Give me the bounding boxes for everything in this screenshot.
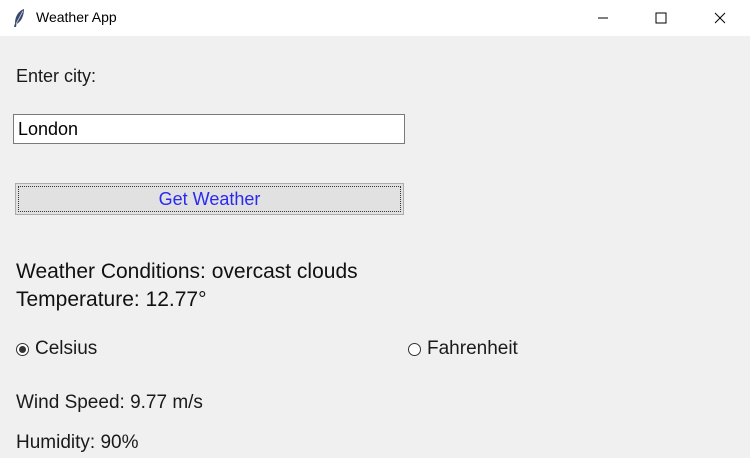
feather-icon: [12, 8, 26, 28]
weather-conditions: Weather Conditions: overcast clouds: [16, 260, 358, 283]
temperature: Temperature: 12.77°: [16, 288, 207, 311]
city-input[interactable]: [13, 114, 405, 144]
radio-unchecked-icon: [408, 342, 421, 356]
get-weather-label: Get Weather: [158, 188, 261, 209]
fahrenheit-radio[interactable]: Fahrenheit: [408, 338, 518, 360]
maximize-icon: [655, 12, 667, 24]
title-bar: Weather App: [0, 0, 750, 36]
wind-speed: Wind Speed: 9.77 m/s: [16, 392, 203, 413]
minimize-button[interactable]: [580, 0, 626, 36]
city-label: Enter city:: [16, 66, 97, 86]
close-button[interactable]: [697, 0, 743, 36]
window-title: Weather App: [36, 9, 117, 25]
main-content: Enter city: Get Weather Weather Conditio…: [0, 36, 750, 458]
get-weather-button[interactable]: Get Weather: [15, 183, 404, 215]
maximize-button[interactable]: [638, 0, 684, 36]
weather-summary: Weather Conditions: overcast clouds Temp…: [16, 258, 358, 314]
celsius-label: Celsius: [35, 338, 98, 359]
fahrenheit-label: Fahrenheit: [427, 338, 518, 359]
radio-checked-icon: [16, 342, 29, 356]
humidity: Humidity: 90%: [16, 432, 139, 453]
close-icon: [714, 12, 726, 24]
celsius-radio[interactable]: Celsius: [16, 338, 97, 360]
minimize-icon: [598, 17, 608, 19]
